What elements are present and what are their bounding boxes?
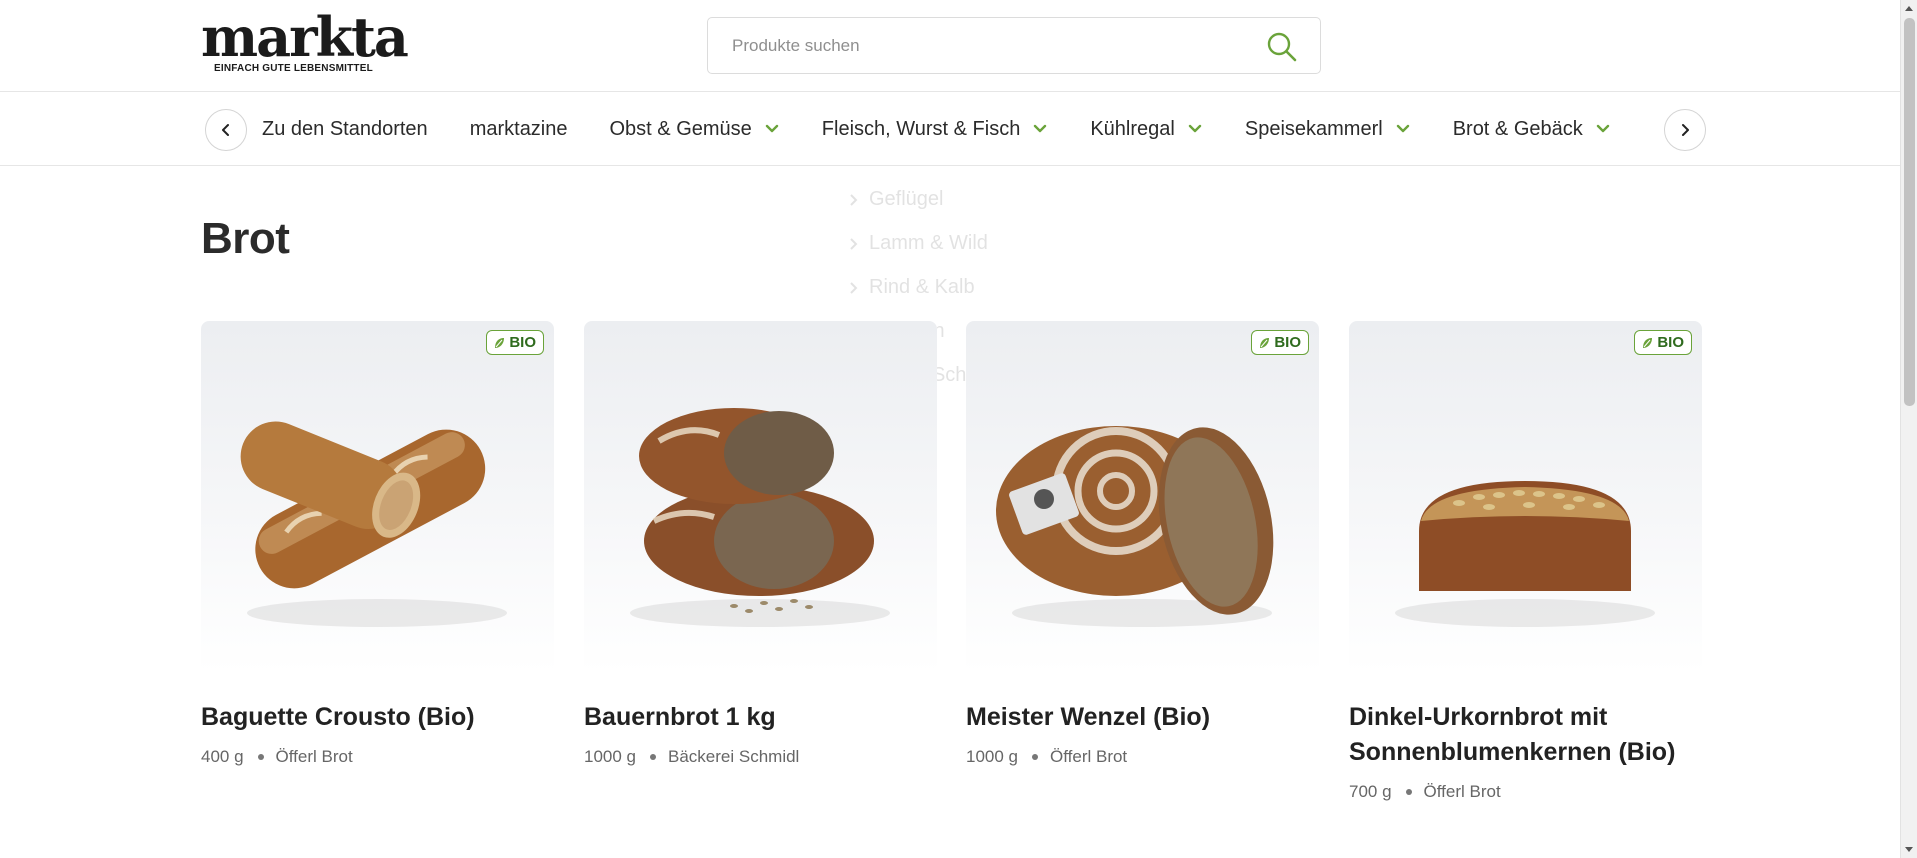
search-box <box>707 17 1321 74</box>
nav-item-label: Fleisch, Wurst & Fisch <box>821 117 1021 140</box>
scrollbar-thumb[interactable] <box>1904 18 1915 406</box>
chevron-right-icon <box>1682 124 1689 136</box>
search-input[interactable] <box>732 18 1232 73</box>
chevron-down-icon <box>1396 124 1409 133</box>
scroll-up-arrow-icon[interactable] <box>1905 6 1913 11</box>
chevron-right-icon <box>850 281 858 294</box>
product-title[interactable]: Meister Wenzel (Bio) <box>966 700 1319 735</box>
nav-item-5[interactable]: Speisekammerl <box>1245 118 1411 141</box>
dropdown-item[interactable]: Lamm & Wild <box>847 232 988 255</box>
nav-item-0[interactable]: Zu den Standorten <box>262 118 428 141</box>
chevron-down-icon <box>1596 124 1609 133</box>
category-nav: Zu den Standorten marktazine Obst & Gemüse… <box>0 92 1900 166</box>
leaf-icon <box>495 337 505 348</box>
product-producer: Öfferl Brot <box>275 747 353 766</box>
nav-item-label: Obst & Gemüse <box>609 117 752 140</box>
bio-badge: BIO <box>1634 330 1692 355</box>
bread-illustration <box>630 408 890 627</box>
bio-badge-label: BIO <box>1274 334 1301 351</box>
separator-dot <box>257 754 264 760</box>
chevron-right-icon <box>850 193 858 206</box>
chevron-down-icon <box>765 124 778 133</box>
nav-item-label: Speisekammerl <box>1244 117 1383 140</box>
separator-dot <box>1032 754 1038 760</box>
bread-illustration <box>240 421 507 627</box>
product-title[interactable]: Baguette Crousto (Bio) <box>201 700 554 735</box>
chevron-left-icon <box>222 124 229 136</box>
page-title: Brot <box>201 214 290 263</box>
product-weight: 400 g <box>201 747 244 766</box>
logo-wordmark: markta <box>201 5 409 69</box>
nav-item-1[interactable]: marktazine <box>470 118 568 141</box>
nav-item-label: marktazine <box>469 117 568 140</box>
dropdown-item[interactable]: Rind & Kalb <box>847 276 975 299</box>
product-card[interactable]: BIO Dinkel-Urkornbrot mit Sonnenblumenker… <box>1349 321 1702 802</box>
bread-illustration <box>1395 481 1655 627</box>
product-weight: 1000 g <box>966 747 1018 766</box>
leaf-icon <box>1643 337 1653 348</box>
separator-dot <box>650 754 656 760</box>
product-producer: Öfferl Brot <box>1423 782 1501 801</box>
dropdown-item-label: Geflügel <box>869 188 944 210</box>
bio-badge-label: BIO <box>509 334 536 351</box>
nav-item-label: Brot & Gebäck <box>1452 117 1583 140</box>
product-meta: 1000 g Bäckerei Schmidl <box>584 747 937 767</box>
product-image[interactable]: BIO <box>1349 321 1702 673</box>
nav-items: Zu den Standorten marktazine Obst & Gemüse… <box>262 92 1653 166</box>
product-image[interactable]: BIO <box>201 321 554 673</box>
leaf-icon <box>1260 337 1270 348</box>
bio-badge: BIO <box>1251 330 1309 355</box>
product-card[interactable]: BIO Meister Wenzel (Bio) 1000 g Öfferl Brot <box>966 321 1319 767</box>
nav-item-3[interactable]: Fleisch, Wurst & Fisch <box>822 118 1049 141</box>
product-weight: 1000 g <box>584 747 636 766</box>
nav-item-2[interactable]: Obst & Gemüse <box>610 118 780 141</box>
product-meta: 400 g Öfferl Brot <box>201 747 554 767</box>
nav-item-label: Zu den Standorten <box>262 117 428 140</box>
bread-illustration <box>996 426 1274 627</box>
chevron-right-icon <box>850 237 858 250</box>
product-weight: 700 g <box>1349 782 1392 801</box>
dropdown-item-label: Lamm & Wild <box>869 232 988 254</box>
nav-item-label: Kühlregal <box>1090 117 1175 140</box>
bio-badge: BIO <box>486 330 544 355</box>
separator-dot <box>1405 789 1412 795</box>
product-producer: Öfferl Brot <box>1050 747 1128 766</box>
markta-logo[interactable]: markta EINFACH GUTE LEBENSMITTEL <box>201 5 409 74</box>
product-card[interactable]: Bauernbrot 1 kg 1000 g Bäckerei Schmidl <box>584 321 937 767</box>
nav-prev-button[interactable] <box>205 109 247 151</box>
nav-item-4[interactable]: Kühlregal <box>1090 118 1203 141</box>
search-icon[interactable] <box>1266 31 1298 63</box>
product-card[interactable]: BIO Baguette Crousto (Bio) 400 g Öfferl Bro… <box>201 321 554 767</box>
chevron-down-icon <box>1188 124 1202 133</box>
product-meta: 700 g Öfferl Brot <box>1349 782 1702 802</box>
product-producer: Bäckerei Schmidl <box>668 747 800 766</box>
product-image[interactable]: BIO <box>966 321 1319 673</box>
product-image[interactable] <box>584 321 937 673</box>
product-meta: 1000 g Öfferl Brot <box>966 747 1319 767</box>
site-header: markta EINFACH GUTE LEBENSMITTEL <box>0 0 1900 92</box>
product-title[interactable]: Bauernbrot 1 kg <box>584 700 937 735</box>
scrollbar[interactable] <box>1900 0 1917 858</box>
dropdown-item[interactable]: Geflügel <box>847 188 944 211</box>
dropdown-item-label: Rind & Kalb <box>869 276 975 298</box>
nav-item-6[interactable]: Brot & Gebäck <box>1453 118 1611 141</box>
product-title[interactable]: Dinkel-Urkornbrot mit Sonnenblumenkernen… <box>1349 700 1702 770</box>
nav-next-button[interactable] <box>1664 109 1706 151</box>
scroll-down-arrow-icon[interactable] <box>1905 847 1913 852</box>
chevron-down-icon <box>1034 124 1047 133</box>
bio-badge-label: BIO <box>1657 334 1684 351</box>
